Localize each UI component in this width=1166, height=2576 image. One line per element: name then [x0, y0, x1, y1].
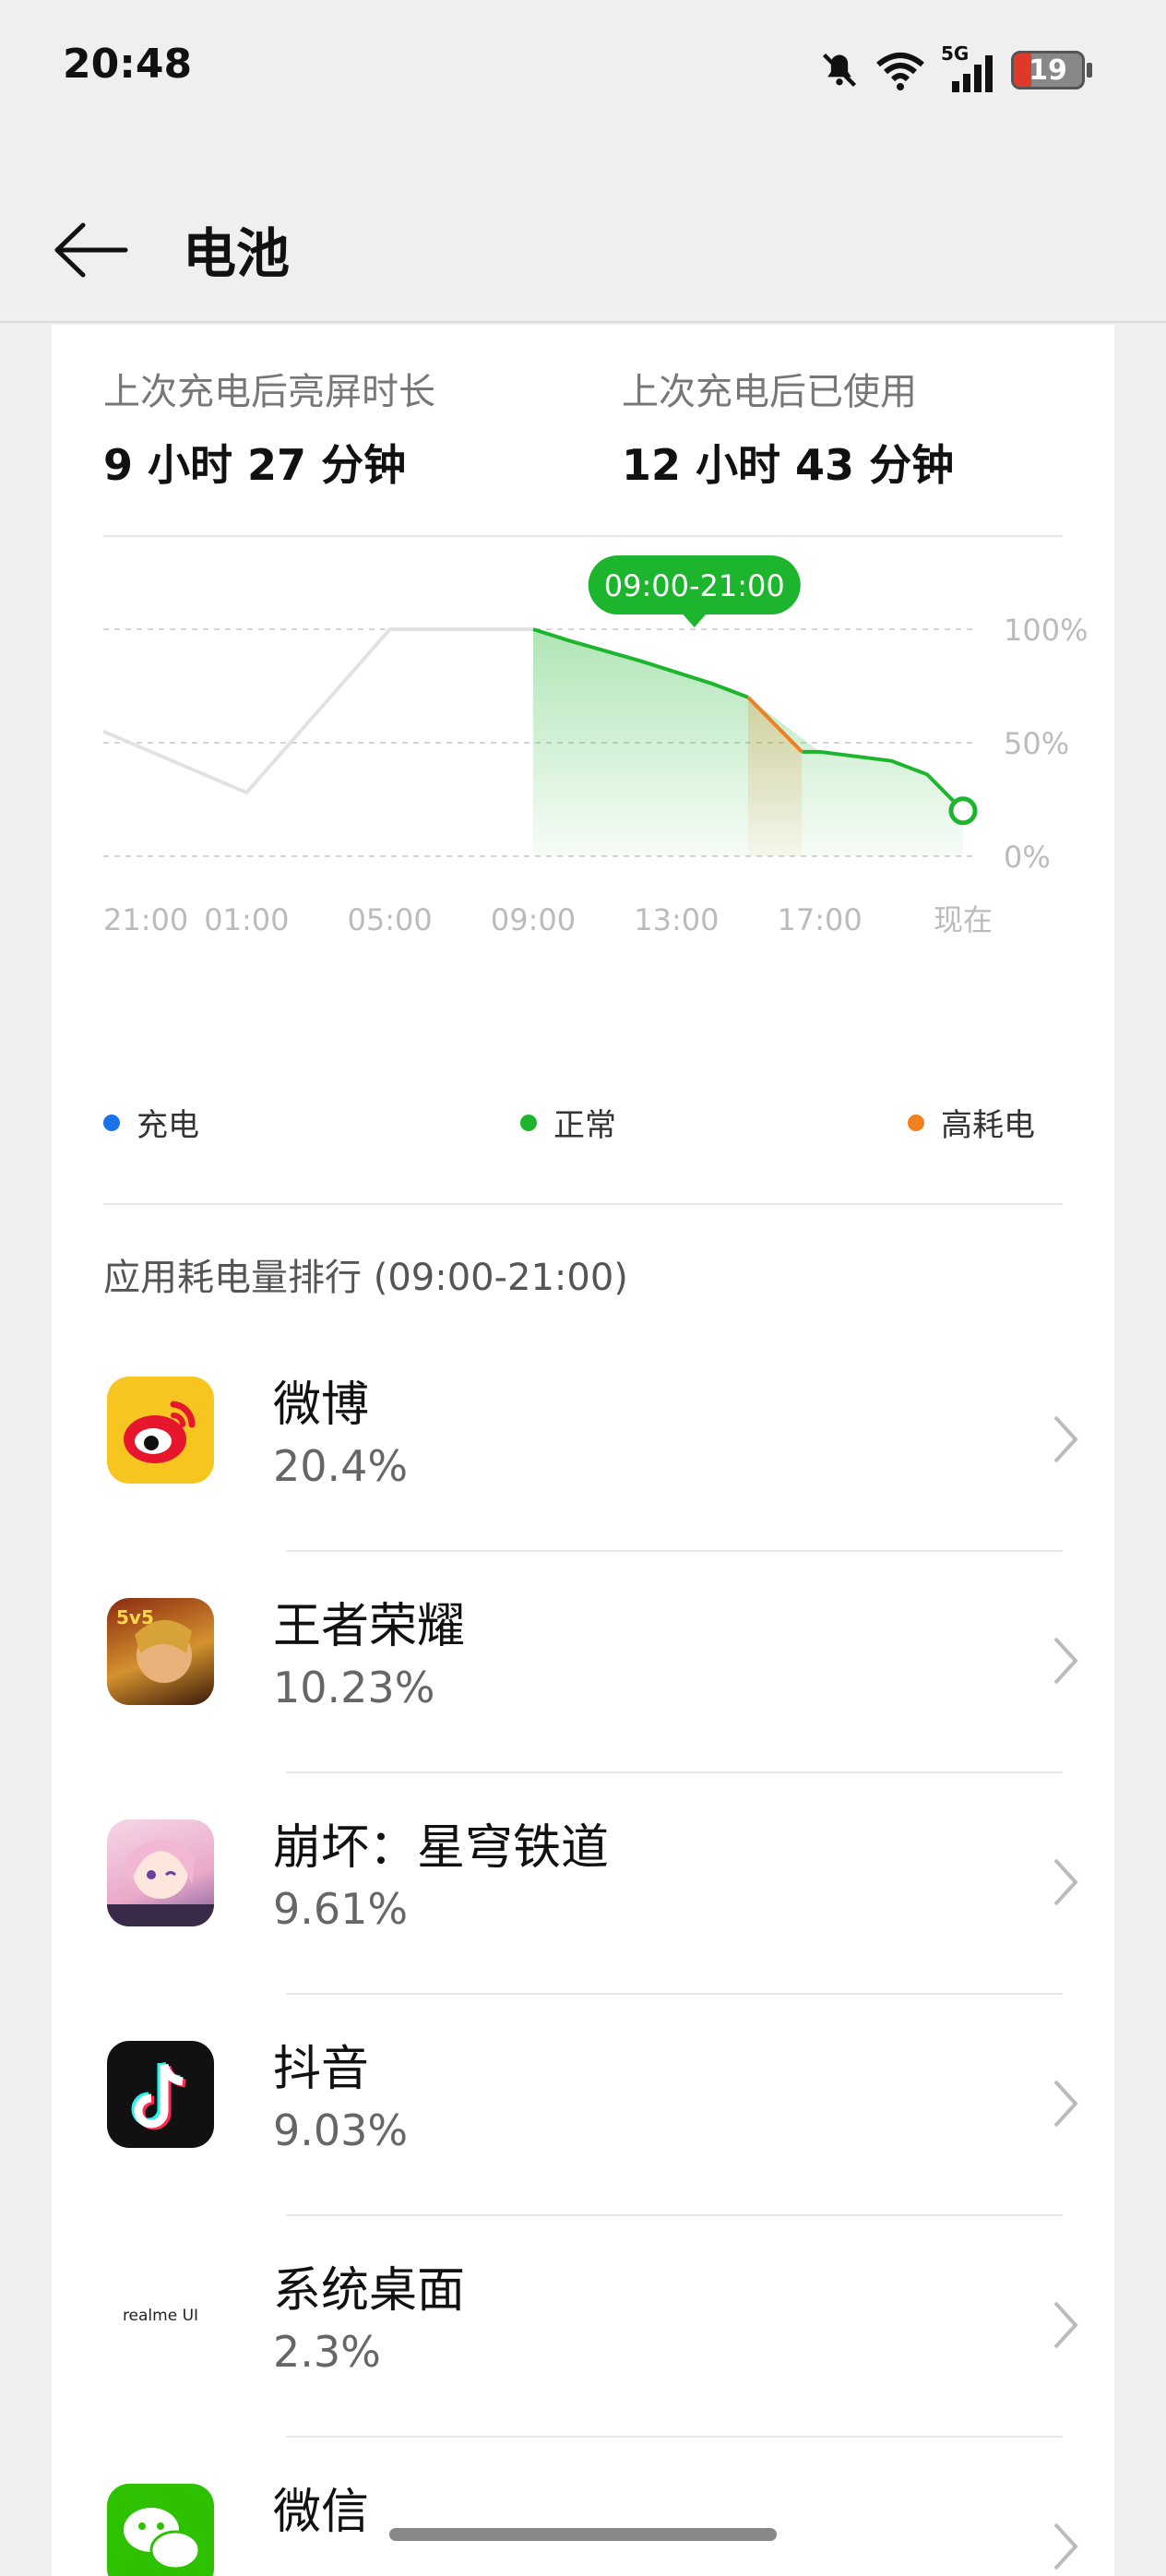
usage-time-stat: 上次充电后已使用 12 小时 43 分钟 — [622, 362, 954, 493]
tooltip-label: 09:00-21:00 — [604, 568, 785, 603]
x-tick-label: 01:00 — [204, 902, 289, 937]
x-tick-label: 17:00 — [778, 902, 863, 937]
app-percentage: 10.23% — [273, 1663, 435, 1712]
chevron-right-icon — [1053, 1637, 1078, 1685]
x-tick-label: 现在 — [934, 902, 993, 937]
honor-of-kings-icon: 5v5 — [107, 1598, 214, 1705]
legend-high-consumption: 高耗电 — [908, 1100, 1035, 1145]
legend-label: 正常 — [553, 1107, 616, 1144]
app-percentage: 2.3% — [273, 2327, 381, 2377]
app-row-honkai-star-rail[interactable]: 崩坏：星穹铁道 9.61% — [52, 1773, 1114, 1995]
realme-ui-icon: realme UI — [107, 2262, 214, 2369]
home-indicator[interactable] — [389, 2528, 777, 2541]
app-name: 系统桌面 — [273, 2263, 466, 2319]
back-button[interactable] — [52, 218, 135, 282]
app-name: 崩坏：星穹铁道 — [273, 1820, 610, 1876]
app-row-system-launcher[interactable]: realme UI 系统桌面 2.3% — [52, 2216, 1114, 2438]
battery-icon: 19 — [1011, 51, 1085, 89]
chevron-right-icon — [1053, 1858, 1078, 1906]
legend-charging: 充电 — [103, 1100, 199, 1145]
y-tick-label: 0% — [1004, 840, 1051, 875]
chevron-right-icon — [1053, 1415, 1078, 1463]
honkai-star-rail-icon — [107, 1819, 214, 1926]
page-title: 电池 — [183, 222, 291, 285]
app-row-wechat[interactable]: 微信 — [52, 2438, 1114, 2576]
app-percentage: 20.4% — [273, 1441, 409, 1491]
wechat-icon — [107, 2484, 214, 2576]
series-line-past — [102, 627, 533, 795]
y-tick-label: 100% — [1004, 613, 1088, 648]
legend-dot — [103, 1114, 120, 1131]
battery-card: 上次充电后亮屏时长 9 小时 27 分钟 上次充电后已使用 12 小时 43 分… — [52, 325, 1114, 2576]
weibo-icon — [107, 1377, 214, 1484]
mute-bell-icon — [822, 53, 857, 88]
stat-value: 9 小时 27 分钟 — [103, 440, 407, 490]
app-name: 微博 — [273, 1377, 370, 1433]
screen-on-time-stat: 上次充电后亮屏时长 9 小时 27 分钟 — [103, 362, 435, 493]
app-percentage: 9.61% — [273, 1884, 409, 1934]
legend-normal: 正常 — [520, 1100, 616, 1145]
stat-value: 12 小时 43 分钟 — [622, 440, 955, 490]
status-bar: 20:48 5G 19 — [0, 0, 1166, 138]
app-name: 抖音 — [273, 2042, 370, 2097]
app-row-douyin[interactable]: 抖音 9.03% — [52, 1995, 1114, 2216]
chevron-right-icon — [1053, 2301, 1078, 2349]
app-name: 微信 — [273, 2485, 370, 2540]
x-tick-label: 13:00 — [634, 902, 719, 937]
back-arrow-icon — [54, 222, 128, 278]
realme-ui-logo-text: realme UI — [122, 2307, 199, 2325]
legend-label: 充电 — [137, 1107, 199, 1144]
status-time: 20:48 — [63, 41, 193, 88]
battery-usage-chart[interactable]: 100% 50% 0% 21:00 01:00 05:00 09:00 13:00 17:00 现… — [52, 537, 1114, 998]
app-row-honor-of-kings[interactable]: 5v5 王者荣耀 10.23% — [52, 1552, 1114, 1773]
svg-text:5v5: 5v5 — [116, 1606, 154, 1628]
cellular-signal-icon: 5G — [941, 42, 996, 92]
app-percentage: 9.03% — [273, 2105, 409, 2155]
legend-dot — [520, 1114, 537, 1131]
y-tick-label: 50% — [1004, 726, 1069, 761]
divider — [103, 1203, 1063, 1205]
current-level-marker — [948, 796, 978, 826]
stat-label: 上次充电后亮屏时长 — [103, 371, 435, 413]
x-tick-label: 21:00 — [103, 902, 188, 937]
tooltip-pointer — [681, 613, 708, 627]
wifi-icon — [876, 53, 924, 90]
x-tick-label: 05:00 — [348, 902, 433, 937]
ranking-title: 应用耗电量排行 (09:00-21:00) — [103, 1257, 628, 1299]
stat-label: 上次充电后已使用 — [622, 371, 917, 413]
status-icons: 5G 19 — [819, 42, 1092, 98]
douyin-icon — [107, 2041, 214, 2148]
battery-level: 19 — [1029, 54, 1067, 87]
chevron-right-icon — [1053, 2080, 1078, 2128]
legend-dot — [908, 1114, 924, 1131]
app-bar: 电池 — [0, 185, 1166, 323]
legend-label: 高耗电 — [941, 1107, 1035, 1144]
app-row-weibo[interactable]: 微博 20.4% — [52, 1330, 1114, 1552]
x-tick-label: 09:00 — [491, 902, 576, 937]
app-name: 王者荣耀 — [273, 1599, 466, 1654]
